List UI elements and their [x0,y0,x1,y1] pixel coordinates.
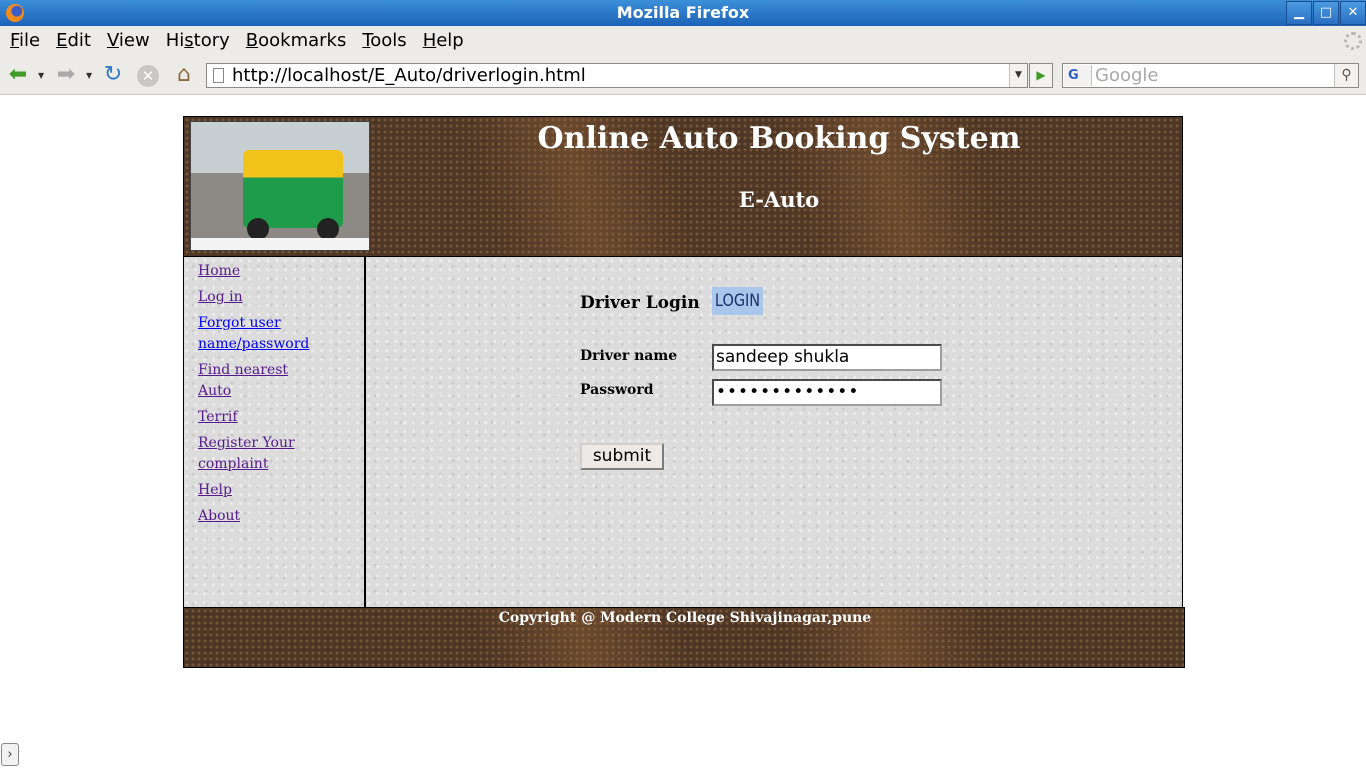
maximize-button[interactable]: □ [1313,1,1339,25]
chevron-right-icon[interactable]: › [1,743,19,766]
activity-throbber-icon [1344,32,1362,50]
site-footer: Copyright @ Modern College Shivajinagar,… [183,607,1185,668]
menu-history-pre: Hi [165,30,185,51]
page-favicon-icon [213,68,224,83]
status-bar: › [0,741,1366,768]
menu-file-accel: F [10,30,20,51]
url-text: http://localhost/E_Auto/driverlogin.html [232,65,586,86]
menu-view-label: iew [118,30,150,51]
stop-icon[interactable]: ✕ [137,65,159,87]
menu-edit-accel: E [56,30,68,51]
auto-rickshaw-wheel [317,218,339,240]
login-panel: Driver Login LOGIN Driver name sandeep s… [366,257,1183,607]
login-heading: Driver Login [580,293,700,313]
firefox-logo-icon [6,4,24,22]
back-arrow-icon[interactable]: ⬅ [6,64,30,86]
login-badge-image: LOGIN [712,287,763,315]
magnifier-icon[interactable]: ⚲ [1334,64,1358,87]
password-input[interactable]: ••••••••••••• [712,379,942,406]
url-history-dropdown-icon[interactable]: ▼ [1009,64,1027,87]
menu-view[interactable]: View [99,30,158,51]
window-titlebar: Mozilla Firefox ▁ □ ✕ [0,0,1366,26]
menu-file-label: ile [19,30,41,51]
close-button[interactable]: ✕ [1340,1,1366,25]
auto-rickshaw-body [243,150,343,228]
menu-tools[interactable]: Tools [354,30,414,51]
search-placeholder: Google [1095,65,1159,86]
driver-name-input[interactable]: sandeep shukla [712,344,942,371]
auto-rickshaw-wheel [247,218,269,240]
back-history-dropdown-icon[interactable]: ▼ [38,71,44,80]
minimize-button[interactable]: ▁ [1286,1,1312,25]
menu-bar: File Edit View History Bookmarks Tools H… [0,26,1366,55]
url-bar[interactable]: http://localhost/E_Auto/driverlogin.html… [206,63,1028,88]
go-arrow-icon[interactable]: ▶ [1029,63,1053,88]
sidebar-item-about[interactable]: About [198,506,318,527]
reload-icon[interactable]: ↻ [101,64,125,86]
submit-button[interactable]: submit [580,443,664,470]
menu-history-accel: s [184,30,194,51]
sidebar-nav: Home Log in Forgot user name/password Fi… [183,257,366,607]
sidebar-item-find-nearest-auto[interactable]: Find nearest Auto [198,360,318,402]
forward-history-dropdown-icon[interactable]: ▼ [86,71,92,80]
sidebar-item-register-complaint[interactable]: Register Your complaint [198,433,318,475]
site-subtitle: E-Auto [738,187,820,212]
site-header: Online Auto Booking System E-Auto [183,116,1183,257]
sidebar-item-forgot-password[interactable]: Forgot user name/password [198,313,318,355]
menu-edit-label: dit [67,30,91,51]
menu-help[interactable]: Help [415,30,472,51]
menu-bookmarks-label: ookmarks [258,30,347,51]
menu-history[interactable]: History [158,30,238,51]
image-caption-strip [191,238,369,250]
sidebar-item-terrif[interactable]: Terrif [198,407,318,428]
menu-help-label: elp [436,30,464,51]
sidebar-item-help[interactable]: Help [198,480,318,501]
search-engine-selector[interactable]: G [1064,65,1092,86]
search-bar[interactable]: G Google ⚲ [1062,63,1359,88]
copyright-text: Copyright @ Modern College Shivajinagar,… [498,610,872,626]
sidebar-item-login[interactable]: Log in [198,287,318,308]
site-title: Online Auto Booking System [537,121,1021,156]
menu-tools-label: ools [370,30,407,51]
menu-view-accel: V [106,30,119,51]
menu-help-accel: H [422,30,437,51]
menu-bookmarks[interactable]: Bookmarks [238,30,355,51]
window-title: Mozilla Firefox [616,3,750,22]
forward-arrow-icon[interactable]: ➡ [54,64,78,86]
menu-edit[interactable]: Edit [48,30,99,51]
home-icon[interactable]: ⌂ [172,64,196,86]
driver-name-label: Driver name [580,348,678,364]
auto-rickshaw-image [190,121,370,251]
password-label: Password [580,382,654,398]
menu-bookmarks-accel: B [245,30,259,51]
sidebar-item-home[interactable]: Home [198,261,318,282]
menu-history-label: tory [193,30,230,51]
menu-file[interactable]: File [2,30,48,51]
page-viewport: Online Auto Booking System E-Auto Home L… [0,96,1366,741]
